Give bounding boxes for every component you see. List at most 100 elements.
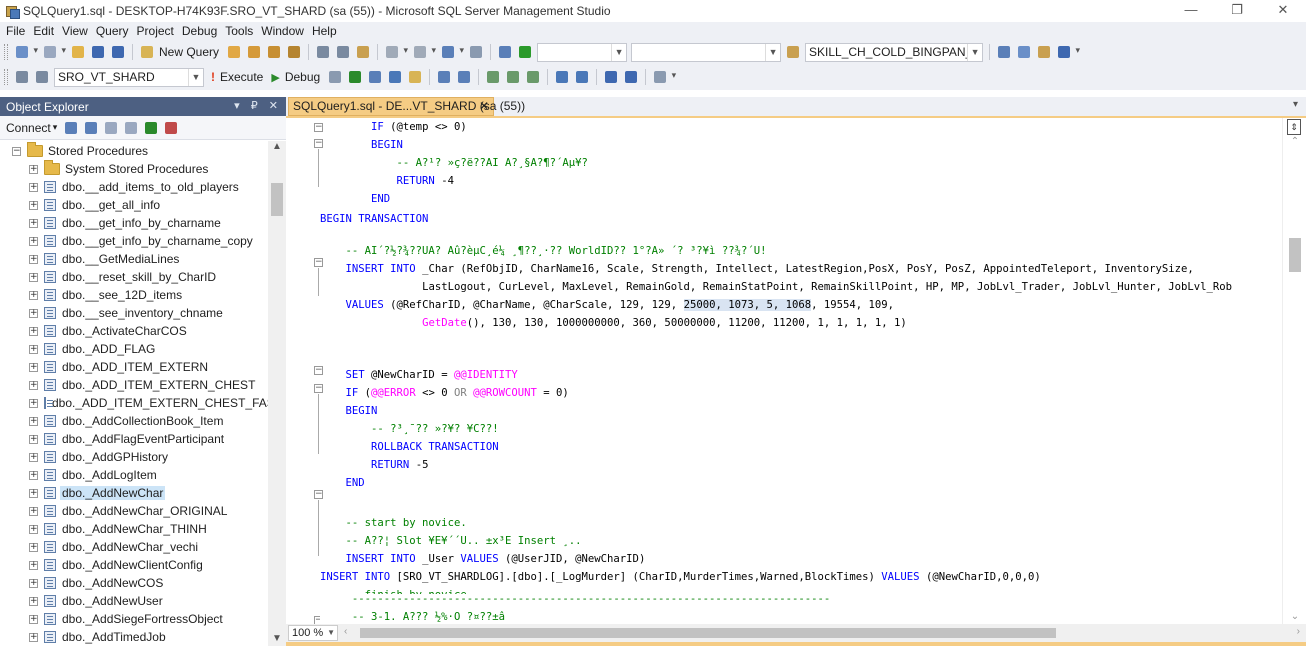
tree-node-procedure[interactable]: + dbo._AddNewChar_vechi [0,537,268,557]
connect-object-explorer-icon[interactable] [62,119,80,137]
tree-node-procedure[interactable]: + dbo._ADD_ITEM_EXTERN_CHEST_FAS [0,393,268,413]
toolbox-icon[interactable] [1035,43,1053,61]
tree-node-procedure[interactable]: + dbo._AddNewChar_ORIGINAL [0,501,268,521]
expand-icon[interactable]: + [29,632,38,642]
expand-icon[interactable]: + [29,254,38,264]
expand-icon[interactable]: + [29,596,38,606]
menu-debug[interactable]: Debug [178,24,221,38]
expand-icon[interactable]: + [29,470,38,480]
tree-node-procedure[interactable]: + dbo._AddNewChar_THINH [0,519,268,539]
tree-node-procedure[interactable]: + dbo.__GetMediaLines [0,249,268,269]
open-file-icon[interactable] [69,43,87,61]
increase-indent-icon[interactable] [622,68,640,86]
scrollbar-thumb[interactable] [360,628,1056,638]
scroll-up-icon[interactable]: ⌃ [1283,136,1306,147]
undo-icon[interactable] [383,43,409,61]
analysis-services-dmx-icon[interactable] [265,43,283,61]
expand-icon[interactable]: + [29,488,38,498]
expand-icon[interactable]: + [29,542,38,552]
analysis-services-xmla-icon[interactable] [285,43,303,61]
solution-platform-combo[interactable]: ▼ [631,42,782,62]
toolbar-grip[interactable] [4,44,8,60]
execute-icon[interactable]: ! [211,70,215,84]
collapse-icon[interactable]: − [12,146,21,156]
expand-icon[interactable]: + [29,524,38,534]
expand-icon[interactable]: + [29,506,38,516]
scroll-left-icon[interactable]: ‹ [344,626,347,637]
pane-controls[interactable]: ▾ ₽ ✕ [234,97,282,116]
menu-project[interactable]: Project [133,24,178,38]
connect-icon[interactable] [13,68,31,86]
tree-node-procedure[interactable]: + dbo._AddTimedJob [0,627,268,646]
save-all-icon[interactable] [109,43,127,61]
menu-file[interactable]: File [2,24,29,38]
save-icon[interactable] [89,43,107,61]
tree-node-procedure[interactable]: + dbo._AddSiegeFortressObject [0,609,268,629]
expand-icon[interactable]: + [29,200,38,210]
tree-node-procedure[interactable]: + dbo._ADD_FLAG [0,339,268,359]
expand-icon[interactable]: + [29,290,38,300]
specify-template-values-icon[interactable] [651,68,677,86]
menu-query[interactable]: Query [92,24,133,38]
find-in-files-icon[interactable] [784,43,802,61]
expand-icon[interactable]: + [29,164,38,174]
include-actual-plan-icon[interactable] [435,68,453,86]
execute-button[interactable]: Execute [220,70,263,84]
properties-window-icon[interactable] [1015,43,1033,61]
object-explorer-scrollbar[interactable]: ▲ ▼ [268,141,286,646]
tree-node-procedure[interactable]: + dbo._AddGPHistory [0,447,268,467]
tree-node-procedure-selected[interactable]: + dbo._AddNewChar [0,483,268,503]
menu-view[interactable]: View [58,24,92,38]
menu-tools[interactable]: Tools [221,24,257,38]
connect-button[interactable]: Connect [6,121,51,135]
menu-help[interactable]: Help [308,24,341,38]
expand-icon[interactable]: + [29,218,38,228]
debug-button[interactable]: Debug [285,70,320,84]
editor-vertical-scrollbar[interactable]: ⇕ ⌃ ⌄ [1282,118,1306,624]
decrease-indent-icon[interactable] [602,68,620,86]
solution-config-combo[interactable]: ▼ [537,42,628,62]
analysis-services-mdx-icon[interactable] [245,43,263,61]
intellisense-icon[interactable] [406,68,424,86]
tree-node-procedure[interactable]: + dbo._ADD_ITEM_EXTERN_CHEST [0,375,268,395]
expand-icon[interactable]: + [29,236,38,246]
redo-icon[interactable] [411,43,437,61]
close-button[interactable]: ✕ [1260,0,1306,22]
expand-icon[interactable]: + [29,398,38,408]
split-window-icon[interactable]: ⇕ [1287,119,1301,135]
new-project-icon[interactable] [13,43,39,61]
options-icon[interactable] [1055,43,1081,61]
client-statistics-icon[interactable] [455,68,473,86]
expand-icon[interactable]: + [29,614,38,624]
expand-icon[interactable]: + [29,416,38,426]
query-designer-icon[interactable] [386,68,404,86]
tree-node-procedure[interactable]: + dbo._AddNewCOS [0,573,268,593]
activity-monitor-icon[interactable] [162,119,180,137]
tree-node-system-stored-procedures[interactable]: + System Stored Procedures [0,159,268,179]
expand-icon[interactable]: + [29,326,38,336]
menu-edit[interactable]: Edit [29,24,58,38]
query-editor[interactable]: − − − − − − − IF (@temp <> 0) BEGIN -- A… [286,118,1306,624]
expand-icon[interactable]: + [29,362,38,372]
expand-icon[interactable]: + [29,380,38,390]
tree-node-procedure[interactable]: + dbo.__reset_skill_by_CharID [0,267,268,287]
tree-node-procedure[interactable]: + dbo.__see_inventory_chname [0,303,268,323]
scroll-up-icon[interactable]: ▲ [268,141,286,152]
display-estimated-plan-icon[interactable] [366,68,384,86]
tab-sqlquery1[interactable]: SQLQuery1.sql - DE...VT_SHARD (sa (55)) … [288,97,525,116]
navigate-forward-icon[interactable] [467,43,485,61]
database-engine-query-icon[interactable] [225,43,243,61]
start-debug-icon[interactable] [516,43,534,61]
new-query-button[interactable]: New Query [159,45,219,59]
expand-icon[interactable]: + [29,344,38,354]
filter-icon[interactable] [122,119,140,137]
cancel-query-icon[interactable] [326,68,344,86]
close-tab-icon[interactable]: ✕ [479,98,489,115]
tree-node-procedure[interactable]: + dbo._AddNewClientConfig [0,555,268,575]
code-area[interactable]: IF (@temp <> 0) BEGIN -- A?¹? »ç?ë??AI A… [320,118,1282,624]
window-layout-icon[interactable] [496,43,514,61]
editor-horizontal-scrollbar[interactable]: ‹ › [342,624,1302,642]
zoom-combo[interactable]: 100 % ▼ [288,625,338,641]
comment-out-icon[interactable] [553,68,571,86]
cut-icon[interactable] [314,43,332,61]
